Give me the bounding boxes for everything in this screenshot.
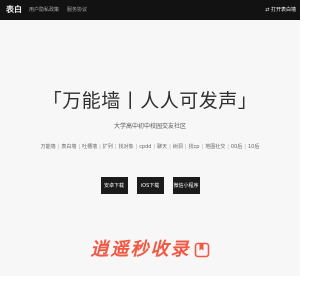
tag: 表白墙 (61, 144, 77, 150)
watermark-text: 逍遥秒收录 (90, 239, 191, 260)
tag-separator: | (184, 144, 187, 150)
tag: 吐槽墙 (82, 144, 98, 150)
brand-logo[interactable]: 表白 (6, 4, 22, 16)
open-web-button[interactable]: ⇄ 打开表白墙 (265, 5, 296, 15)
wechat-miniprogram-button[interactable]: 微信小程序 (172, 177, 200, 194)
tag-separator: | (227, 144, 229, 150)
bookmark-icon (194, 242, 209, 258)
download-buttons: 安卓下载 iOS下载 微信小程序 (0, 177, 300, 194)
tag-separator: | (244, 144, 246, 150)
top-navbar: 表白 用户隐私政策 服务协议 ⇄ 打开表白墙 (0, 0, 300, 20)
tag: 聊天 (157, 144, 168, 150)
nav-link-service-agreement[interactable]: 服务协议 (67, 5, 87, 15)
hero-subtitle: 大学高中初中校园交友社区 (113, 123, 186, 130)
tag: 找对象 (118, 144, 134, 150)
tag: 树洞 (172, 144, 183, 150)
android-download-button[interactable]: 安卓下载 (100, 177, 128, 194)
tag: cpdd (139, 144, 152, 150)
ios-download-button[interactable]: iOS下载 (136, 177, 164, 194)
tag: 找cp (188, 144, 200, 150)
tag-separator: | (153, 144, 156, 150)
top-nav: 用户隐私政策 服务协议 (29, 5, 87, 15)
tag-separator: | (201, 144, 204, 150)
tag-separator: | (57, 144, 60, 150)
footer (0, 276, 300, 300)
tag-separator: | (99, 144, 101, 150)
watermark: 逍遥秒收录 (0, 236, 300, 264)
tag: 地图社交 (205, 144, 226, 150)
tag-separator: | (114, 144, 117, 150)
tag: 扩列 (102, 144, 113, 150)
tag-list: 万能墙 | 表白墙 | 吐槽墙 | 扩列 | 找对象 | cpdd | 聊天 | 树洞 | 找c… (0, 143, 300, 152)
tag-separator: | (78, 144, 81, 150)
tag-separator: | (135, 144, 138, 150)
tag: 10后 (247, 144, 260, 150)
hero-slogan: 「万能墙丨人人可发声」 (42, 90, 258, 112)
tag-separator: | (169, 144, 171, 150)
nav-link-privacy-policy[interactable]: 用户隐私政策 (29, 5, 59, 15)
tag: 00后 (230, 144, 243, 150)
tag: 万能墙 (40, 144, 56, 150)
page: 表白 用户隐私政策 服务协议 ⇄ 打开表白墙 「万能墙丨人人可发声」 大学高中初… (0, 0, 300, 300)
